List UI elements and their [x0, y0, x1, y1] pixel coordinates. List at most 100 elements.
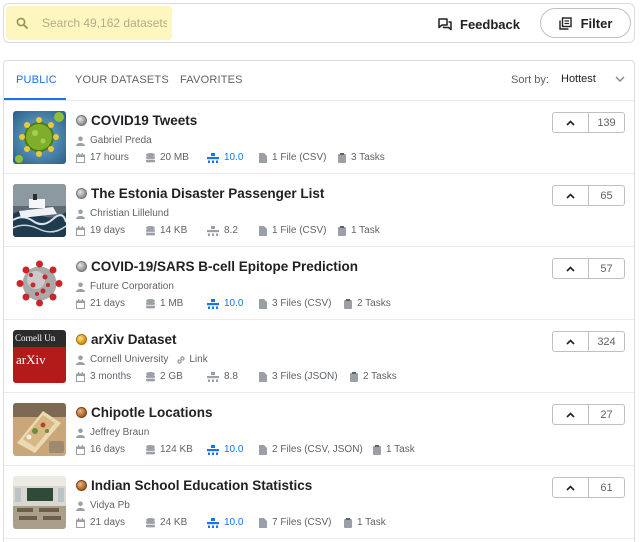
calendar-icon — [76, 444, 85, 455]
dataset-files: 3 Files (JSON) — [272, 371, 338, 382]
link-icon — [177, 355, 186, 364]
silver-medal-icon — [76, 115, 87, 126]
vote-widget: 57 — [552, 258, 625, 279]
search-box[interactable] — [6, 6, 172, 40]
file-icon — [259, 152, 267, 163]
person-icon — [76, 428, 85, 438]
dataset-owner[interactable]: Christian Lillelund — [90, 208, 169, 219]
upvote-button[interactable] — [553, 478, 589, 497]
dataset-row[interactable]: Cornell Un arXiv arXiv Dataset Cornell U… — [4, 320, 634, 393]
dataset-files: 1 File (CSV) — [272, 152, 327, 163]
upvote-button[interactable] — [553, 405, 589, 424]
dataset-files: 1 File (CSV) — [272, 225, 327, 236]
dataset-row[interactable]: Indian School Education Statistics Vidya… — [4, 466, 634, 539]
file-icon — [259, 517, 267, 528]
dataset-owner[interactable]: Jeffrey Braun — [90, 427, 149, 438]
upvote-button[interactable] — [553, 259, 589, 278]
usability-icon — [207, 371, 219, 382]
usability-icon — [207, 517, 219, 528]
dataset-tasks: 2 Tasks — [357, 298, 391, 309]
dataset-usability: 10.0 — [224, 152, 244, 163]
dataset-usability: 10.0 — [224, 444, 244, 455]
dataset-title[interactable]: COVID19 Tweets — [91, 113, 197, 128]
dataset-row[interactable]: Chipotle Locations Jeffrey Braun 16 days… — [4, 393, 634, 466]
dataset-tasks: 1 Task — [386, 444, 415, 455]
clipboard-icon — [373, 444, 381, 455]
upvote-button[interactable] — [553, 332, 589, 351]
clipboard-icon — [344, 298, 352, 309]
dataset-owner[interactable]: Cornell University — [90, 354, 168, 365]
vote-widget: 324 — [552, 331, 625, 352]
dataset-size: 20 MB — [160, 152, 189, 163]
database-icon — [146, 225, 155, 235]
upvote-button[interactable] — [553, 186, 589, 205]
thumbnail-header-text: Cornell Un — [15, 333, 56, 343]
calendar-icon — [76, 298, 85, 309]
dataset-updated: 16 days — [90, 444, 126, 455]
dataset-owner[interactable]: Future Corporation — [90, 281, 174, 292]
search-icon — [16, 17, 28, 29]
dataset-updated: 21 days — [90, 517, 126, 528]
file-icon — [259, 371, 267, 382]
dataset-title[interactable]: COVID-19/SARS B-cell Epitope Prediction — [91, 259, 358, 274]
top-bar: Feedback Filter — [3, 3, 635, 43]
sort-label: Sort by: — [511, 74, 549, 86]
dataset-list-panel: PUBLIC YOUR DATASETS FAVORITES Sort by: … — [3, 60, 635, 542]
feedback-button[interactable]: Feedback — [438, 13, 520, 35]
silver-medal-icon — [76, 261, 87, 272]
chevron-up-icon — [566, 265, 575, 272]
calendar-icon — [76, 371, 85, 382]
database-icon — [146, 152, 155, 162]
upvote-button[interactable] — [553, 113, 589, 132]
dataset-updated: 3 months — [90, 371, 132, 382]
dataset-updated: 17 hours — [90, 152, 129, 163]
search-input[interactable] — [42, 16, 167, 30]
tab-favorites[interactable]: FAVORITES — [180, 74, 243, 86]
vote-count: 57 — [600, 262, 613, 275]
dataset-title[interactable]: Chipotle Locations — [91, 405, 213, 420]
usability-icon — [207, 225, 219, 236]
chevron-up-icon — [566, 484, 575, 491]
tab-your-datasets[interactable]: YOUR DATASETS — [75, 74, 169, 86]
dataset-title[interactable]: arXiv Dataset — [91, 332, 177, 347]
vote-count: 61 — [600, 481, 613, 494]
dataset-title[interactable]: The Estonia Disaster Passenger List — [91, 186, 324, 201]
filter-label: Filter — [580, 15, 613, 31]
chevron-up-icon — [566, 119, 575, 126]
dataset-link[interactable]: Link — [176, 354, 208, 365]
feedback-icon — [438, 17, 452, 30]
dataset-owner[interactable]: Gabriel Preda — [90, 135, 152, 146]
filter-button[interactable]: Filter — [540, 8, 631, 38]
dataset-tasks: 3 Tasks — [351, 152, 385, 163]
database-icon — [146, 298, 155, 308]
vote-widget: 139 — [552, 112, 625, 133]
chevron-up-icon — [566, 411, 575, 418]
dataset-thumbnail — [13, 111, 66, 164]
dataset-size: 14 KB — [160, 225, 188, 236]
clipboard-icon — [350, 371, 358, 382]
filter-icon — [558, 16, 572, 30]
dataset-row[interactable]: The Estonia Disaster Passenger List Chri… — [4, 174, 634, 247]
active-tab-indicator — [4, 98, 66, 100]
chevron-up-icon — [566, 192, 575, 199]
clipboard-icon — [338, 152, 346, 163]
dataset-size: 1 MB — [160, 298, 184, 309]
dataset-size: 2 GB — [160, 371, 183, 382]
dataset-row[interactable]: COVID19 Tweets Gabriel Preda 17 hours 20… — [4, 101, 634, 174]
vote-widget: 65 — [552, 185, 625, 206]
dataset-files: 3 Files (CSV) — [272, 298, 332, 309]
dataset-row[interactable]: COVID-19/SARS B-cell Epitope Prediction … — [4, 247, 634, 320]
sort-select[interactable]: Hottest — [561, 73, 596, 85]
person-icon — [76, 501, 85, 511]
vote-count: 139 — [597, 116, 616, 129]
dataset-owner[interactable]: Vidya Pb — [90, 500, 130, 511]
dataset-tasks: 1 Task — [357, 517, 386, 528]
vote-widget: 61 — [552, 477, 625, 498]
chevron-down-icon[interactable] — [615, 76, 625, 82]
dataset-files: 2 Files (CSV, JSON) — [272, 444, 363, 455]
calendar-icon — [76, 225, 85, 236]
file-icon — [259, 298, 267, 309]
tab-public[interactable]: PUBLIC — [16, 74, 57, 86]
dataset-title[interactable]: Indian School Education Statistics — [91, 478, 312, 493]
vote-count: 324 — [597, 335, 616, 348]
